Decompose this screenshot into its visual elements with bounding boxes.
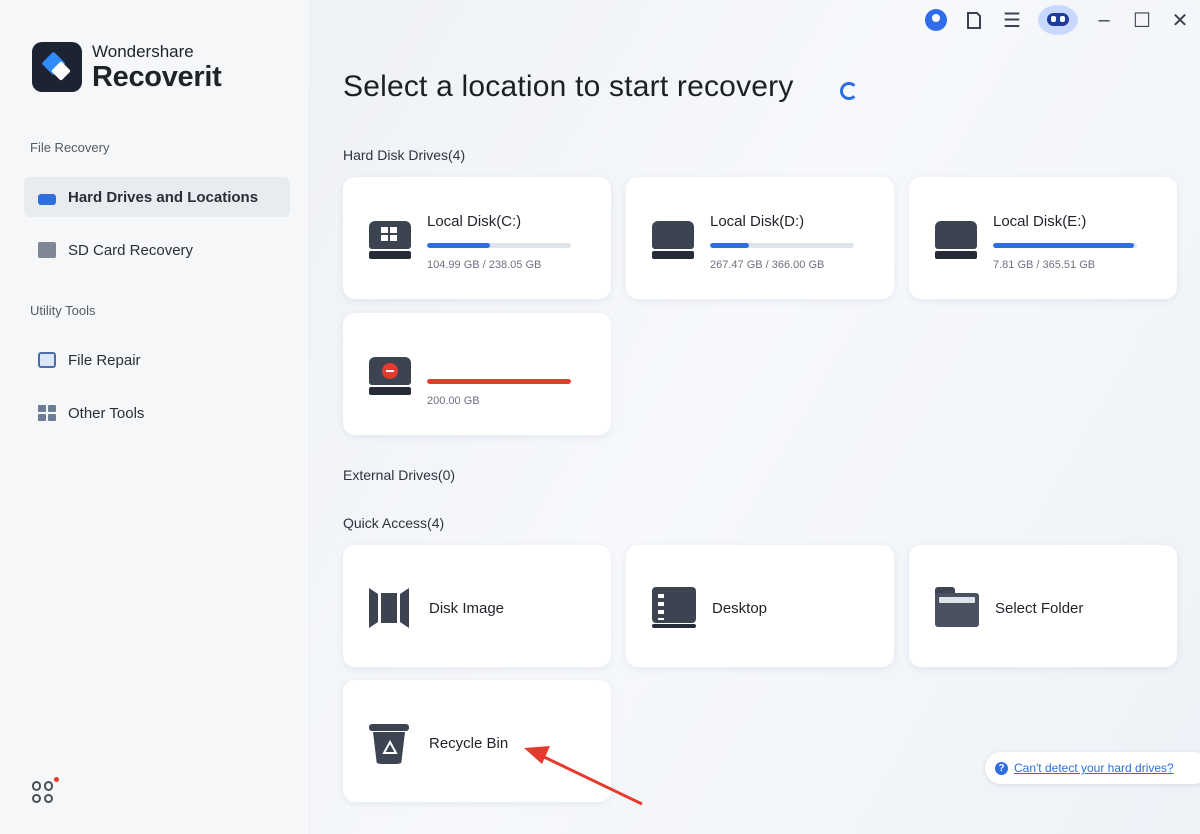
quick-access-desktop[interactable]: Desktop — [626, 545, 894, 667]
assistant-button[interactable] — [1038, 5, 1078, 35]
sidebar-item-label: Other Tools — [68, 404, 145, 422]
sidebar-item-label: File Repair — [68, 351, 141, 369]
windows-disk-icon — [369, 221, 411, 259]
feedback-icon — [967, 11, 981, 29]
file-repair-icon — [38, 352, 56, 368]
sd-card-icon — [38, 242, 56, 258]
drive-size: 7.81 GB / 365.51 GB — [993, 259, 1096, 271]
drive-size: 200.00 GB — [427, 395, 480, 407]
drive-name: Local Disk(C:) — [427, 213, 522, 230]
sidebar-item-file-repair[interactable]: File Repair — [24, 340, 290, 380]
drive-name: Local Disk(E:) — [993, 213, 1087, 230]
hard-drive-icon — [38, 193, 56, 205]
app-logo: Wondershare Recoverit — [32, 41, 222, 93]
recoverit-logo-icon — [32, 42, 82, 92]
close-icon: ✕ — [1171, 9, 1189, 32]
quick-access-label: Disk Image — [429, 600, 505, 617]
help-icon: ? — [995, 761, 1008, 775]
drive-card-c[interactable]: Local Disk(C:) 104.99 GB / 238.05 GB — [343, 177, 611, 299]
main-panel: ☰ – ☐ ✕ Select a location to start recov… — [310, 0, 1200, 834]
section-label-file-recovery: File Recovery — [30, 140, 110, 155]
sidebar-item-label: Hard Drives and Locations — [68, 188, 259, 206]
error-disk-icon — [369, 357, 411, 395]
sidebar: Wondershare Recoverit File Recovery Hard… — [0, 0, 310, 834]
section-label-utility-tools: Utility Tools — [30, 303, 96, 318]
menu-icon: ☰ — [1003, 9, 1021, 32]
disk-image-icon — [369, 587, 413, 629]
menu-button[interactable]: ☰ — [1000, 8, 1024, 32]
maximize-button[interactable]: ☐ — [1130, 8, 1154, 32]
desktop-icon — [652, 587, 696, 628]
recycle-bin-icon — [369, 722, 413, 764]
cant-detect-drives-link[interactable]: ? Can't detect your hard drives? — [985, 752, 1200, 784]
sidebar-item-label: SD Card Recovery — [68, 241, 194, 259]
brand-small: Wondershare — [92, 41, 194, 61]
quick-access-select-folder[interactable]: Select Folder — [909, 545, 1177, 667]
disk-icon — [935, 221, 977, 259]
drive-usage-bar — [427, 243, 571, 248]
page-title: Select a location to start recovery — [343, 70, 794, 103]
quick-access-label: Recycle Bin — [429, 735, 509, 752]
folder-icon — [935, 587, 979, 629]
user-icon — [925, 9, 947, 31]
sidebar-item-hard-drives[interactable]: Hard Drives and Locations — [24, 177, 290, 217]
brand-name: Recoverit — [92, 60, 222, 93]
drive-usage-bar — [993, 243, 1137, 248]
drive-size: 267.47 GB / 366.00 GB — [710, 259, 825, 271]
window-controls: ☰ – ☐ ✕ — [924, 5, 1192, 35]
minimize-icon: – — [1098, 8, 1110, 31]
other-tools-icon — [38, 405, 56, 421]
drive-card-d[interactable]: Local Disk(D:) 267.47 GB / 366.00 GB — [626, 177, 894, 299]
drive-card-unnamed[interactable]: 200.00 GB — [343, 313, 611, 435]
minimize-button[interactable]: – — [1092, 8, 1116, 32]
close-button[interactable]: ✕ — [1168, 8, 1192, 32]
account-button[interactable] — [924, 8, 948, 32]
quick-access-label: Quick Access(4) — [343, 515, 445, 531]
maximize-icon: ☐ — [1133, 9, 1151, 32]
external-drives-label: External Drives(0) — [343, 467, 456, 483]
drive-card-e[interactable]: Local Disk(E:) 7.81 GB / 365.51 GB — [909, 177, 1177, 299]
robot-assistant-icon — [1038, 5, 1078, 35]
quick-access-disk-image[interactable]: Disk Image — [343, 545, 611, 667]
help-link-text: Can't detect your hard drives? — [1014, 761, 1174, 775]
sidebar-item-sd-card[interactable]: SD Card Recovery — [24, 230, 290, 270]
sidebar-item-other-tools[interactable]: Other Tools — [24, 393, 290, 433]
quick-access-recycle-bin[interactable]: Recycle Bin — [343, 680, 611, 802]
notification-dot — [54, 777, 59, 782]
drive-usage-bar — [710, 243, 854, 248]
drive-usage-bar — [427, 379, 571, 384]
apps-icon[interactable] — [32, 781, 54, 803]
drive-size: 104.99 GB / 238.05 GB — [427, 259, 542, 271]
quick-access-label: Select Folder — [995, 600, 1084, 617]
feedback-button[interactable] — [962, 8, 986, 32]
drive-name: Local Disk(D:) — [710, 213, 805, 230]
quick-access-label: Desktop — [712, 600, 768, 617]
refresh-icon[interactable] — [840, 82, 858, 100]
disk-icon — [652, 221, 694, 259]
hard-disk-drives-label: Hard Disk Drives(4) — [343, 147, 466, 163]
